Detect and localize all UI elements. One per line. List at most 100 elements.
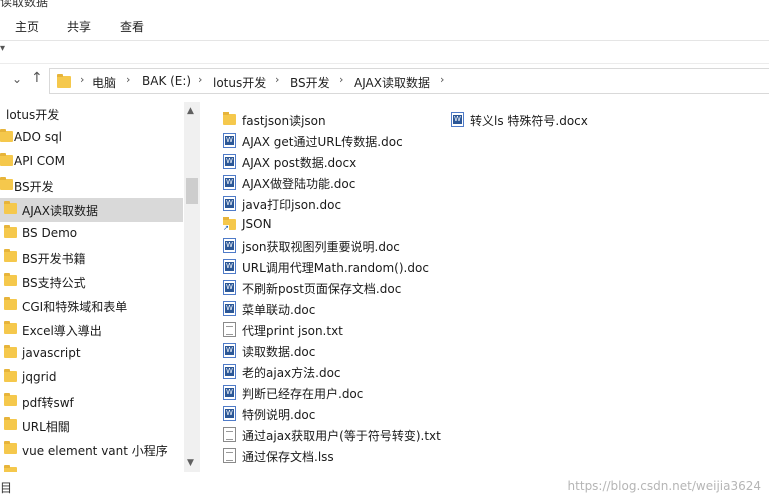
sidebar-item-label: Excel導入導出 bbox=[22, 324, 102, 338]
status-bar: 目 https://blog.csdn.net/weijia3624 bbox=[0, 476, 769, 496]
sidebar-item-label: jqgrid bbox=[22, 370, 57, 384]
sidebar-item-cgi[interactable]: CGI和特殊域和表单 bbox=[0, 294, 183, 318]
folder-icon bbox=[4, 201, 17, 214]
word-document-icon bbox=[223, 364, 236, 379]
folder-icon bbox=[4, 393, 17, 406]
word-document-icon bbox=[223, 343, 236, 358]
crumb-lotus[interactable]: lotus开发 bbox=[213, 74, 266, 91]
file-name: 转义ls 特殊符号.docx bbox=[470, 114, 588, 128]
folder-icon bbox=[223, 112, 236, 125]
chevron-right-icon[interactable]: › bbox=[339, 73, 343, 86]
word-document-icon bbox=[223, 406, 236, 421]
window-title-bar: 读取数据 bbox=[0, 0, 769, 8]
sidebar-item-label: BS开发 bbox=[14, 180, 54, 194]
sidebar-item-partial[interactable] bbox=[0, 462, 183, 472]
word-document-icon bbox=[223, 301, 236, 316]
scroll-down-icon[interactable]: ▼ bbox=[187, 458, 194, 468]
tab-home[interactable]: 主页 bbox=[15, 18, 39, 35]
file-name: 通过保存文档.lss bbox=[242, 450, 334, 464]
sidebar-item-bs[interactable]: BS开发 bbox=[0, 174, 183, 198]
word-document-icon bbox=[223, 154, 236, 169]
file-name: 读取数据.doc bbox=[242, 345, 316, 359]
folder-icon bbox=[4, 225, 17, 238]
sidebar-item-api-com[interactable]: API COM bbox=[0, 150, 183, 174]
chevron-right-icon[interactable]: › bbox=[126, 73, 130, 86]
sidebar-item-label: URL相關 bbox=[22, 420, 70, 434]
folder-icon bbox=[0, 177, 13, 190]
folder-icon bbox=[0, 129, 13, 142]
file-name: URL调用代理Math.random().doc bbox=[242, 261, 429, 275]
scroll-up-icon[interactable]: ▲ bbox=[187, 106, 194, 116]
file-name: json获取视图列重要说明.doc bbox=[242, 240, 400, 254]
sidebar-item-url[interactable]: URL相關 bbox=[0, 414, 183, 438]
window-title: 读取数据 bbox=[0, 0, 49, 8]
file-name: AJAX做登陆功能.doc bbox=[242, 177, 356, 191]
file-name: 不刷新post页面保存文档.doc bbox=[242, 282, 402, 296]
sidebar-item-label: API COM bbox=[14, 154, 65, 168]
chevron-right-icon[interactable]: › bbox=[440, 73, 444, 86]
word-document-icon bbox=[223, 133, 236, 148]
sidebar-item-lotus[interactable]: lotus开发 bbox=[0, 102, 183, 126]
recent-locations-icon[interactable]: ⌄ bbox=[12, 72, 22, 86]
crumb-pc[interactable]: 电脑 bbox=[92, 74, 116, 91]
tab-view[interactable]: 查看 bbox=[120, 18, 144, 35]
folder-icon bbox=[4, 417, 17, 430]
file-name: 特例说明.doc bbox=[242, 408, 316, 422]
sidebar-item-label: AJAX读取数据 bbox=[22, 204, 98, 218]
file-name: JSON bbox=[242, 217, 272, 231]
folder-shortcut-icon bbox=[223, 217, 236, 232]
sidebar-item-label: javascript bbox=[22, 346, 81, 360]
sidebar-item-label: CGI和特殊域和表单 bbox=[22, 300, 128, 314]
file-name: 代理print json.txt bbox=[242, 324, 343, 338]
crumb-ajax[interactable]: AJAX读取数据 bbox=[354, 74, 430, 91]
word-document-icon bbox=[223, 175, 236, 190]
navigation-bar: ⌄ ↑ › 电脑 › BAK (E:) › lotus开发 › BS开发 › A… bbox=[0, 64, 769, 96]
chevron-right-icon[interactable]: › bbox=[198, 73, 202, 86]
sidebar-item-bs-books[interactable]: BS开发书籍 bbox=[0, 246, 183, 270]
file-name: 菜单联动.doc bbox=[242, 303, 316, 317]
file-name: 判断已经存在用户.doc bbox=[242, 387, 364, 401]
word-document-icon bbox=[223, 259, 236, 274]
sidebar-item-label: lotus开发 bbox=[6, 108, 60, 122]
file-name: java打印json.doc bbox=[242, 198, 342, 212]
ribbon-collapsed-strip: ▾ bbox=[0, 41, 769, 64]
crumb-drive[interactable]: BAK (E:) bbox=[142, 74, 191, 88]
folder-icon bbox=[4, 249, 17, 262]
sidebar-item-javascript[interactable]: javascript bbox=[0, 342, 183, 366]
folder-icon bbox=[57, 74, 71, 88]
watermark: https://blog.csdn.net/weijia3624 bbox=[567, 479, 761, 493]
folder-icon bbox=[4, 345, 17, 358]
crumb-bs[interactable]: BS开发 bbox=[290, 74, 330, 91]
navigation-scrollbar[interactable]: ▲ ▼ bbox=[184, 102, 200, 472]
folder-icon bbox=[4, 273, 17, 286]
text-file-icon bbox=[223, 448, 236, 463]
chevron-right-icon[interactable]: › bbox=[80, 73, 84, 86]
sidebar-item-vue[interactable]: vue element vant 小程序 bbox=[0, 438, 183, 462]
file-list: fastjson读json AJAX get通过URL传数据.doc AJAX … bbox=[200, 102, 769, 472]
sidebar-item-bs-formula[interactable]: BS支持公式 bbox=[0, 270, 183, 294]
tab-share[interactable]: 共享 bbox=[67, 18, 91, 35]
sidebar-item-ajax[interactable]: AJAX读取数据 bbox=[0, 198, 183, 222]
sidebar-item-jqgrid[interactable]: jqgrid bbox=[0, 366, 183, 390]
sidebar-item-label: ADO sql bbox=[14, 130, 62, 144]
word-document-icon bbox=[223, 196, 236, 211]
address-bar[interactable]: › 电脑 › BAK (E:) › lotus开发 › BS开发 › AJAX读… bbox=[49, 68, 769, 94]
up-arrow-icon[interactable]: ↑ bbox=[31, 70, 43, 86]
sidebar-item-excel[interactable]: Excel導入導出 bbox=[0, 318, 183, 342]
word-document-icon bbox=[223, 238, 236, 253]
folder-icon bbox=[4, 441, 17, 454]
file-name: 老的ajax方法.doc bbox=[242, 366, 341, 380]
sidebar-item-label: pdf转swf bbox=[22, 396, 74, 410]
folder-icon bbox=[4, 321, 17, 334]
sidebar-item-bs-demo[interactable]: BS Demo bbox=[0, 222, 183, 246]
sidebar-item-label: vue element vant 小程序 bbox=[22, 444, 168, 458]
folder-icon bbox=[4, 297, 17, 310]
ribbon: 主页 共享 查看 bbox=[0, 10, 769, 41]
file-name: 通过ajax获取用户(等于符号转变).txt bbox=[242, 429, 441, 443]
file-name: AJAX get通过URL传数据.doc bbox=[242, 135, 403, 149]
scrollbar-thumb[interactable] bbox=[186, 178, 198, 204]
sidebar-item-ado-sql[interactable]: ADO sql bbox=[0, 126, 183, 150]
ribbon-expand-icon[interactable]: ▾ bbox=[0, 43, 5, 54]
sidebar-item-pdf[interactable]: pdf转swf bbox=[0, 390, 183, 414]
chevron-right-icon[interactable]: › bbox=[275, 73, 279, 86]
